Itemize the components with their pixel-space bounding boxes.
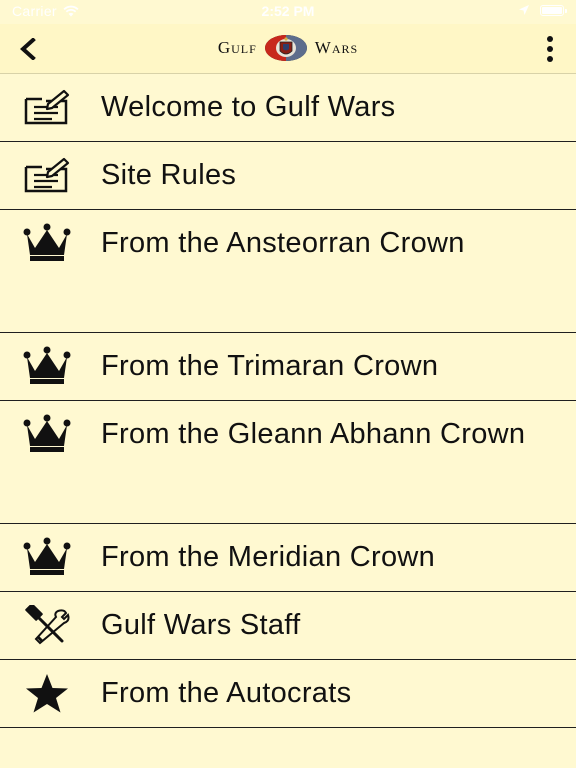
more-vertical-icon-dot (547, 46, 553, 52)
more-vertical-icon-dot (547, 36, 553, 42)
menu-item-label: Gulf Wars Staff (101, 609, 301, 641)
menu-item-trimaran-crown[interactable]: From the Trimaran Crown (0, 333, 576, 401)
menu-list: Welcome to Gulf Wars Site Rules From the… (0, 74, 576, 728)
gulf-wars-crest-icon (263, 34, 309, 62)
notepad-icon (22, 155, 72, 195)
menu-item-label: From the Autocrats (101, 677, 352, 709)
menu-item-site-rules[interactable]: Site Rules (0, 142, 576, 210)
more-vertical-icon-dot (547, 56, 553, 62)
battery-icon (540, 4, 567, 16)
menu-item-staff[interactable]: Gulf Wars Staff (0, 592, 576, 660)
more-options-button[interactable] (544, 36, 556, 62)
hammer-wrench-icon (22, 605, 72, 645)
title-left: Gulf (217, 38, 257, 57)
crown-icon (22, 414, 72, 454)
crown-icon (22, 346, 72, 386)
navigation-bar: Gulf Wars (0, 24, 576, 74)
menu-item-label: From the Trimaran Crown (101, 350, 439, 382)
app-title: Gulf Wars (0, 34, 576, 62)
crown-icon (22, 537, 72, 577)
menu-item-label: Site Rules (101, 159, 237, 191)
location-arrow-icon (519, 5, 529, 15)
status-time: 2:52 PM (261, 3, 315, 19)
notepad-icon (22, 87, 72, 127)
status-bar: Carrier 2:52 PM (0, 0, 576, 24)
menu-item-label: From the Gleann Abhann Crown (101, 418, 526, 450)
menu-item-gleann-abhann-crown[interactable]: From the Gleann Abhann Crown (0, 401, 576, 524)
menu-item-welcome[interactable]: Welcome to Gulf Wars (0, 74, 576, 142)
crown-icon (22, 223, 72, 263)
battery-level (542, 6, 562, 14)
menu-item-meridian-crown[interactable]: From the Meridian Crown (0, 524, 576, 592)
menu-item-label: From the Meridian Crown (101, 541, 436, 573)
star-icon (22, 673, 72, 713)
title-right: Wars (314, 38, 359, 57)
menu-item-label: From the Ansteorran Crown (101, 227, 465, 259)
menu-item-label: Welcome to Gulf Wars (101, 91, 396, 123)
menu-item-autocrats[interactable]: From the Autocrats (0, 660, 576, 728)
menu-item-ansteorran-crown[interactable]: From the Ansteorran Crown (0, 210, 576, 333)
